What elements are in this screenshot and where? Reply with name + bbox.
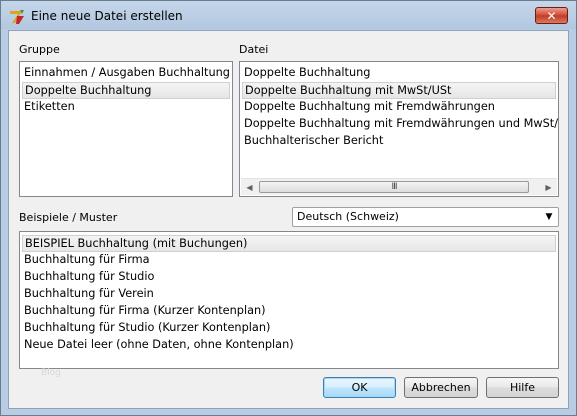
language-select-value: Deutsch (Schweiz) <box>297 210 399 223</box>
group-item-doppelte[interactable]: Doppelte Buchhaltung <box>22 82 230 99</box>
examples-label: Beispiele / Muster <box>19 211 118 224</box>
window-title: Eine neue Datei erstellen <box>31 9 183 23</box>
file-horizontal-scrollbar[interactable]: ◀ III ▶ <box>241 178 557 195</box>
group-item-einnahmen[interactable]: Einnahmen / Ausgaben Buchhaltung <box>22 65 230 82</box>
example-item-firma-kurz[interactable]: Buchhaltung für Firma (Kurzer Kontenplan… <box>22 303 556 320</box>
dialog-window: Eine neue Datei erstellen ✕ Gruppe Einna… <box>0 0 577 416</box>
dialog-client-area: Gruppe Einnahmen / Ausgaben Buchhaltung … <box>8 30 569 409</box>
example-item-beispiel[interactable]: BEISPIEL Buchhaltung (mit Buchungen) <box>22 235 556 252</box>
file-item-doppelte[interactable]: Doppelte Buchhaltung <box>242 65 556 82</box>
ok-button[interactable]: OK <box>323 377 396 398</box>
group-item-etiketten[interactable]: Etiketten <box>22 99 230 116</box>
language-select[interactable]: Deutsch (Schweiz) ▼ <box>292 207 559 227</box>
cancel-button[interactable]: Abbrechen <box>404 377 478 398</box>
scroll-right-icon[interactable]: ▶ <box>540 179 557 195</box>
file-listbox[interactable]: Doppelte Buchhaltung Doppelte Buchhaltun… <box>239 61 559 197</box>
close-button[interactable]: ✕ <box>535 7 568 24</box>
example-item-studio[interactable]: Buchhaltung für Studio <box>22 269 556 286</box>
examples-listbox[interactable]: BEISPIEL Buchhaltung (mit Buchungen) Buc… <box>19 231 559 369</box>
file-item-fremdwaehrungen[interactable]: Doppelte Buchhaltung mit Fremdwährungen <box>242 99 556 116</box>
example-item-firma[interactable]: Buchhaltung für Firma <box>22 252 556 269</box>
group-listbox[interactable]: Einnahmen / Ausgaben Buchhaltung Doppelt… <box>19 61 233 197</box>
app-logo-icon <box>10 10 24 24</box>
help-button[interactable]: Hilfe <box>486 377 559 398</box>
group-label: Gruppe <box>19 43 60 56</box>
file-label: Datei <box>239 43 269 56</box>
example-item-studio-kurz[interactable]: Buchhaltung für Studio (Kurzer Kontenpla… <box>22 320 556 337</box>
file-item-mwst[interactable]: Doppelte Buchhaltung mit MwSt/USt <box>242 82 556 99</box>
scroll-thumb[interactable]: III <box>259 181 529 193</box>
example-item-leer[interactable]: Neue Datei leer (ohne Daten, ohne Konten… <box>22 337 556 354</box>
example-item-verein[interactable]: Buchhaltung für Verein <box>22 286 556 303</box>
file-item-bericht[interactable]: Buchhalterischer Bericht <box>242 133 556 150</box>
chevron-down-icon[interactable]: ▼ <box>542 210 556 224</box>
file-item-fremdwaehrungen-mwst[interactable]: Doppelte Buchhaltung mit Fremdwährungen … <box>242 116 558 133</box>
background-watermark-text: Blog <box>41 368 61 378</box>
title-bar[interactable]: Eine neue Datei erstellen ✕ <box>1 1 576 31</box>
scroll-left-icon[interactable]: ◀ <box>241 179 258 195</box>
